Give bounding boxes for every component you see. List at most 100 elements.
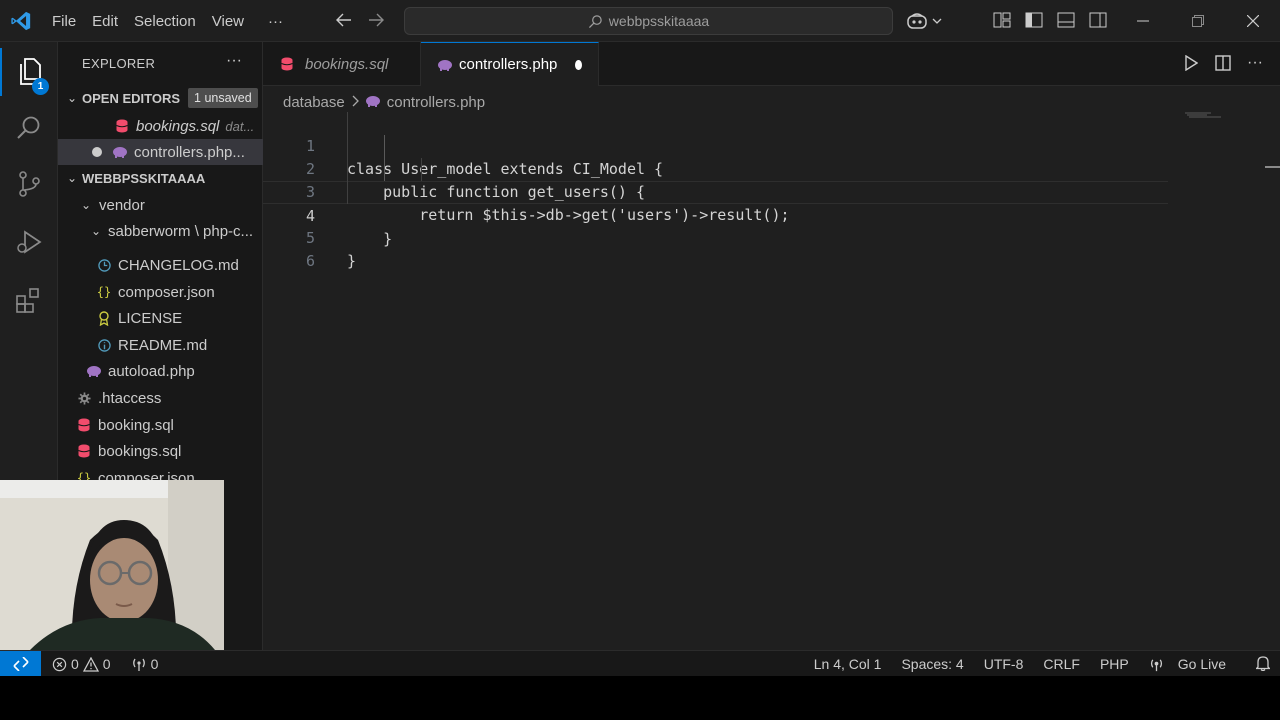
restore-icon[interactable] (1170, 0, 1225, 42)
tree-item-label: .htaccess (98, 389, 162, 407)
tree-file-autoload-php[interactable]: autoload.php (58, 358, 263, 384)
unsaved-dot-icon[interactable] (575, 59, 582, 70)
breadcrumb: database controllers.php (283, 90, 485, 114)
open-editors-label: OPEN EDITORS (82, 90, 181, 106)
menu-view[interactable]: View (204, 13, 252, 30)
database-icon (76, 443, 92, 459)
indent-guide-active (384, 135, 385, 181)
warning-icon (82, 656, 99, 672)
code-line[interactable]: 3 return $this->db->get('users')->result… (263, 158, 1280, 224)
gear-icon (76, 390, 92, 406)
code-editor[interactable]: database controllers.php 1 class User_mo… (263, 86, 1280, 650)
activity-search[interactable] (0, 104, 58, 152)
tree-file-bookings-sql[interactable]: bookings.sql (58, 438, 263, 464)
tree-folder-sabberworm[interactable]: ⌄ sabberworm \ php-c... (58, 218, 263, 244)
problems-button[interactable]: 0 0 (52, 656, 111, 672)
breadcrumb-file[interactable]: controllers.php (387, 94, 485, 111)
error-count: 0 (71, 656, 79, 672)
minimize-icon[interactable] (1115, 0, 1170, 42)
line-ending[interactable]: CRLF (1033, 656, 1090, 672)
chevron-down-icon: ⌄ (90, 224, 102, 238)
search-icon (588, 14, 602, 28)
webcam-overlay (0, 480, 224, 650)
chevron-right-icon (351, 94, 359, 111)
tab-bookings-sql[interactable]: bookings.sql (263, 42, 421, 86)
tree-file-changelog[interactable]: CHANGELOG.md (58, 252, 263, 278)
activity-source-control[interactable] (0, 160, 58, 208)
tree-file-booking-sql[interactable]: booking.sql (58, 412, 263, 438)
menu-selection[interactable]: Selection (126, 13, 204, 30)
letterbox-bottom (0, 676, 1280, 720)
go-live-button[interactable]: Go Live (1139, 656, 1246, 672)
menu-edit[interactable]: Edit (84, 13, 126, 30)
command-center-search[interactable]: webbpsskitaaaa (404, 7, 893, 35)
folder-header[interactable]: ⌄ WEBBPSSKITAAAA (58, 165, 263, 191)
customize-layout-icon[interactable] (992, 10, 1012, 30)
menu-more[interactable]: ··· (252, 13, 291, 30)
tab-label: bookings.sql (305, 55, 389, 73)
tab-controllers-php[interactable]: controllers.php (421, 42, 599, 86)
explorer-more-button[interactable]: ··· (226, 52, 242, 70)
open-editor-desc: dat... (225, 118, 255, 134)
code-line[interactable]: 1 class User_model extends CI_Model { (263, 112, 1280, 178)
activity-explorer[interactable]: 1 (0, 48, 58, 96)
tree-file-license[interactable]: LICENSE (58, 305, 263, 331)
vscode-logo-icon (11, 11, 31, 31)
indentation[interactable]: Spaces: 4 (891, 656, 973, 672)
tree-item-label: LICENSE (118, 309, 183, 327)
tree-file-readme[interactable]: README.md (58, 332, 263, 358)
copilot-button[interactable] (906, 10, 946, 32)
activity-run-debug[interactable] (0, 218, 58, 266)
go-live-label: Go Live (1177, 656, 1226, 672)
menu-file[interactable]: File (44, 13, 84, 30)
info-icon (96, 337, 112, 353)
indent-guide (421, 158, 422, 181)
forward-arrow-icon[interactable] (366, 10, 386, 30)
status-bar: 0 0 0 Ln 4, Col 1 Spaces: 4 UTF-8 CRLF P… (0, 650, 1280, 677)
php-elephant-icon (112, 144, 128, 160)
chevron-down-icon: ⌄ (66, 91, 78, 105)
open-editors-header[interactable]: ⌄ OPEN EDITORS 1 unsaved (58, 85, 263, 111)
ports-button[interactable]: 0 (131, 656, 158, 672)
chevron-down-icon: ⌄ (66, 171, 78, 185)
more-actions-icon[interactable]: ··· (1246, 54, 1264, 72)
minimap[interactable] (1181, 112, 1229, 118)
open-editor-controllers-php[interactable]: controllers.php... (58, 139, 263, 165)
encoding[interactable]: UTF-8 (974, 656, 1034, 672)
open-editor-bookings-sql[interactable]: bookings.sql dat... (58, 113, 263, 139)
tree-item-label: README.md (118, 336, 208, 354)
notifications-bell-icon[interactable] (1246, 655, 1280, 674)
indent-guide (347, 112, 348, 204)
toggle-secondary-sidebar-icon[interactable] (1088, 10, 1108, 30)
code-line[interactable]: 2 public function get_users() { (263, 135, 1280, 201)
tree-item-label: bookings.sql (98, 442, 182, 460)
split-editor-icon[interactable] (1214, 54, 1232, 72)
close-icon[interactable] (1225, 0, 1280, 42)
activity-extensions[interactable] (0, 276, 58, 324)
run-icon[interactable] (1182, 54, 1200, 72)
scrollbar-marker[interactable] (1265, 166, 1280, 168)
code-line[interactable]: 6 (263, 227, 1280, 270)
tree-file-composer-json[interactable]: {} composer.json (58, 279, 263, 305)
search-icon (17, 116, 40, 139)
explorer-badge: 1 (32, 78, 49, 95)
open-editor-name: controllers.php... (134, 143, 245, 161)
explorer-title: EXPLORER (82, 56, 156, 71)
language-mode[interactable]: PHP (1090, 656, 1139, 672)
warning-count: 0 (102, 656, 111, 672)
breadcrumb-folder[interactable]: database (283, 94, 345, 111)
json-braces-icon: {} (96, 285, 112, 299)
toggle-panel-icon[interactable] (1056, 10, 1076, 30)
tab-label: controllers.php (459, 56, 558, 73)
toggle-primary-sidebar-icon[interactable] (1024, 10, 1044, 30)
code-line[interactable]: 5 } (263, 204, 1280, 270)
cursor-position[interactable]: Ln 4, Col 1 (804, 656, 892, 672)
open-editor-name: bookings.sql (136, 117, 220, 135)
tree-folder-vendor[interactable]: ⌄ vendor (58, 192, 263, 218)
menu-bar: File Edit Selection View ··· (44, 0, 291, 42)
extensions-icon (16, 288, 39, 313)
code-line-current[interactable]: 4 } (263, 181, 1168, 248)
back-arrow-icon[interactable] (334, 10, 354, 30)
tree-file-htaccess[interactable]: .htaccess (58, 385, 263, 411)
remote-indicator[interactable] (0, 651, 41, 677)
